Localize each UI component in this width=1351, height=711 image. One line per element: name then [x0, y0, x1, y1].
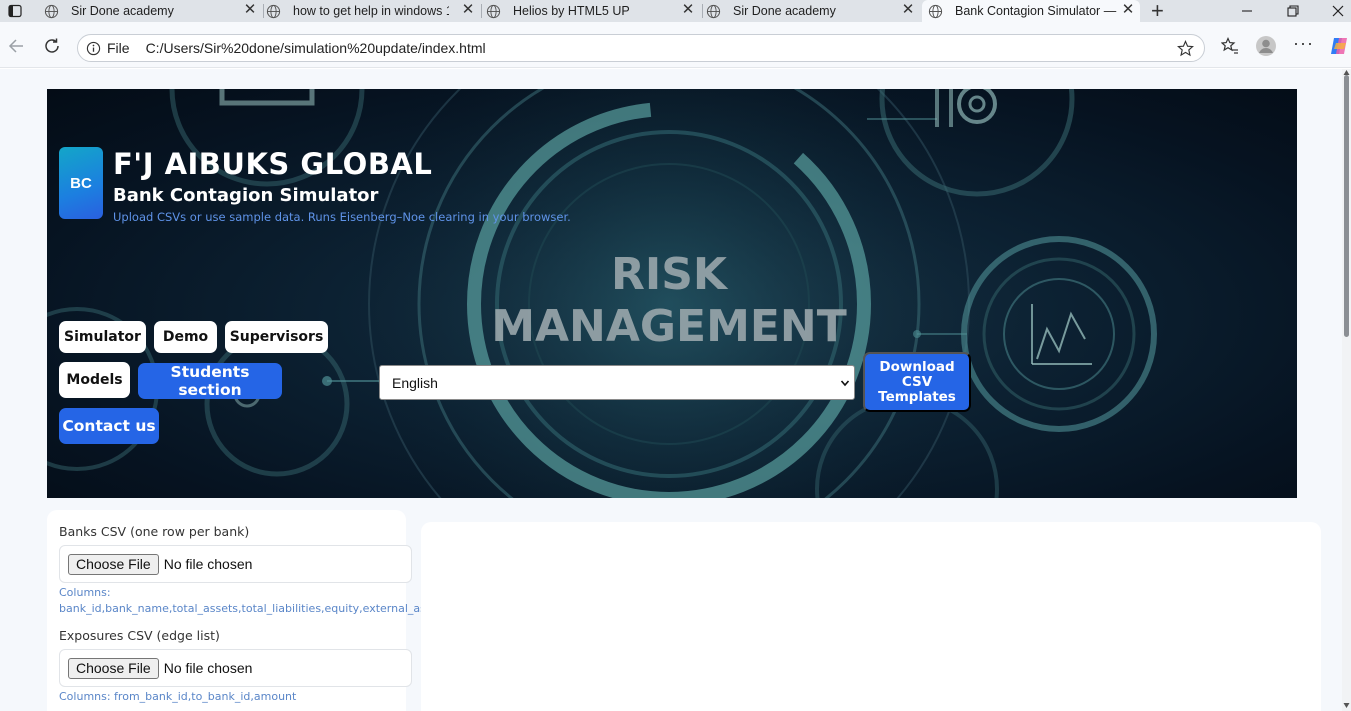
app-description: Upload CSVs or use sample data. Runs Eis…	[113, 210, 571, 224]
page-scrollbar[interactable]	[1342, 69, 1351, 711]
brand-logo-badge: BC	[59, 147, 103, 219]
download-csv-templates-button[interactable]: Download CSV Templates	[863, 352, 971, 412]
banks-file-status: No file chosen	[163, 556, 253, 572]
background-text-management: MANAGEMENT	[491, 301, 847, 352]
close-tab-icon[interactable]: ✕	[242, 2, 258, 18]
profile-avatar-icon[interactable]	[1255, 35, 1277, 57]
banks-columns-hint: bank_id,bank_name,total_assets,total_lia…	[59, 602, 449, 615]
copilot-icon[interactable]	[1328, 36, 1350, 56]
browser-tab-strip: Sir Done academy ✕ how to get help in wi…	[0, 0, 1351, 24]
brand-name: F'J AIBUKS GLOBAL	[113, 147, 433, 181]
globe-icon	[928, 4, 943, 18]
back-icon[interactable]	[7, 37, 25, 55]
nav-supervisors-button[interactable]: Supervisors	[225, 321, 328, 353]
tab-title: Sir Done academy	[71, 4, 174, 18]
browser-tab[interactable]: Sir Done academy ✕	[44, 0, 262, 22]
restore-icon[interactable]	[1286, 4, 1300, 18]
globe-icon	[486, 4, 501, 18]
page-viewport: RISK MANAGEMENT BC F'J AIBUKS GLOBAL Ban…	[0, 69, 1342, 711]
tab-actions-icon[interactable]	[8, 4, 22, 18]
more-menu-icon[interactable]: ···	[1293, 33, 1314, 54]
address-bar[interactable]: File C:/Users/Sir%20done/simulation%20up…	[77, 34, 1205, 62]
browser-tab-active[interactable]: Bank Contagion Simulator — S ✕	[922, 0, 1140, 22]
nav-contact-us-button[interactable]: Contact us	[59, 408, 159, 444]
url-scheme: File	[107, 40, 130, 56]
data-input-panel: Banks CSV (one row per bank) Choose File…	[47, 510, 448, 711]
exposures-file-status: No file chosen	[163, 660, 253, 676]
info-icon[interactable]	[86, 41, 101, 56]
tab-divider	[263, 4, 264, 18]
scrollbar-thumb[interactable]	[1344, 75, 1349, 337]
nav-simulator-button[interactable]: Simulator	[59, 321, 146, 353]
banks-choose-file-button[interactable]: Choose File	[68, 553, 159, 575]
globe-icon	[266, 4, 281, 18]
tab-title: Bank Contagion Simulator — S	[955, 4, 1117, 18]
browser-tab[interactable]: Sir Done academy ✕	[706, 0, 920, 22]
browser-tab[interactable]: Helios by HTML5 UP ✕	[486, 0, 700, 22]
banks-csv-label: Banks CSV (one row per bank)	[59, 524, 250, 539]
exposures-csv-file-input[interactable]: Choose File No file chosen	[59, 649, 412, 687]
refresh-icon[interactable]	[43, 37, 61, 55]
chevron-down-icon	[840, 380, 850, 387]
tab-title: Sir Done academy	[733, 4, 836, 18]
close-tab-icon[interactable]: ✕	[680, 2, 696, 18]
tab-divider	[481, 4, 482, 18]
background-text-risk: RISK	[611, 249, 729, 300]
banks-csv-file-input[interactable]: Choose File No file chosen	[59, 545, 412, 583]
close-tab-icon[interactable]: ✕	[900, 2, 916, 18]
browser-toolbar: File C:/Users/Sir%20done/simulation%20up…	[0, 22, 1351, 68]
browser-tab[interactable]: how to get help in windows 1 ✕	[266, 0, 480, 22]
tab-title: Helios by HTML5 UP	[513, 4, 630, 18]
banks-columns-hint-label: Columns:	[59, 586, 111, 599]
nav-students-section-button[interactable]: Students section	[138, 363, 282, 399]
app-subtitle: Bank Contagion Simulator	[113, 185, 379, 206]
url-text[interactable]: C:/Users/Sir%20done/simulation%20update/…	[146, 40, 486, 56]
exposures-csv-label: Exposures CSV (edge list)	[59, 628, 220, 643]
exposures-columns-hint: Columns: from_bank_id,to_bank_id,amount	[59, 690, 297, 703]
globe-icon	[706, 4, 721, 18]
language-select-value: English	[392, 374, 438, 391]
close-tab-icon[interactable]: ✕	[460, 2, 476, 18]
new-tab-icon[interactable]: +	[1151, 0, 1164, 24]
hero-banner: RISK MANAGEMENT BC F'J AIBUKS GLOBAL Ban…	[47, 89, 1297, 498]
language-select[interactable]: English	[379, 365, 855, 400]
favorite-star-icon[interactable]	[1177, 40, 1194, 57]
scroll-down-arrow-icon[interactable]	[1343, 702, 1350, 709]
globe-icon	[44, 4, 59, 18]
tab-title: how to get help in windows 1	[293, 4, 449, 18]
exposures-choose-file-button[interactable]: Choose File	[68, 657, 159, 679]
nav-models-button[interactable]: Models	[59, 362, 130, 398]
tab-divider	[702, 4, 703, 18]
favorites-icon[interactable]	[1221, 37, 1239, 55]
minimize-icon[interactable]	[1240, 4, 1254, 18]
nav-demo-button[interactable]: Demo	[154, 321, 217, 353]
close-window-icon[interactable]	[1331, 4, 1345, 18]
close-tab-icon[interactable]: ✕	[1120, 2, 1136, 18]
results-panel	[421, 522, 1321, 711]
